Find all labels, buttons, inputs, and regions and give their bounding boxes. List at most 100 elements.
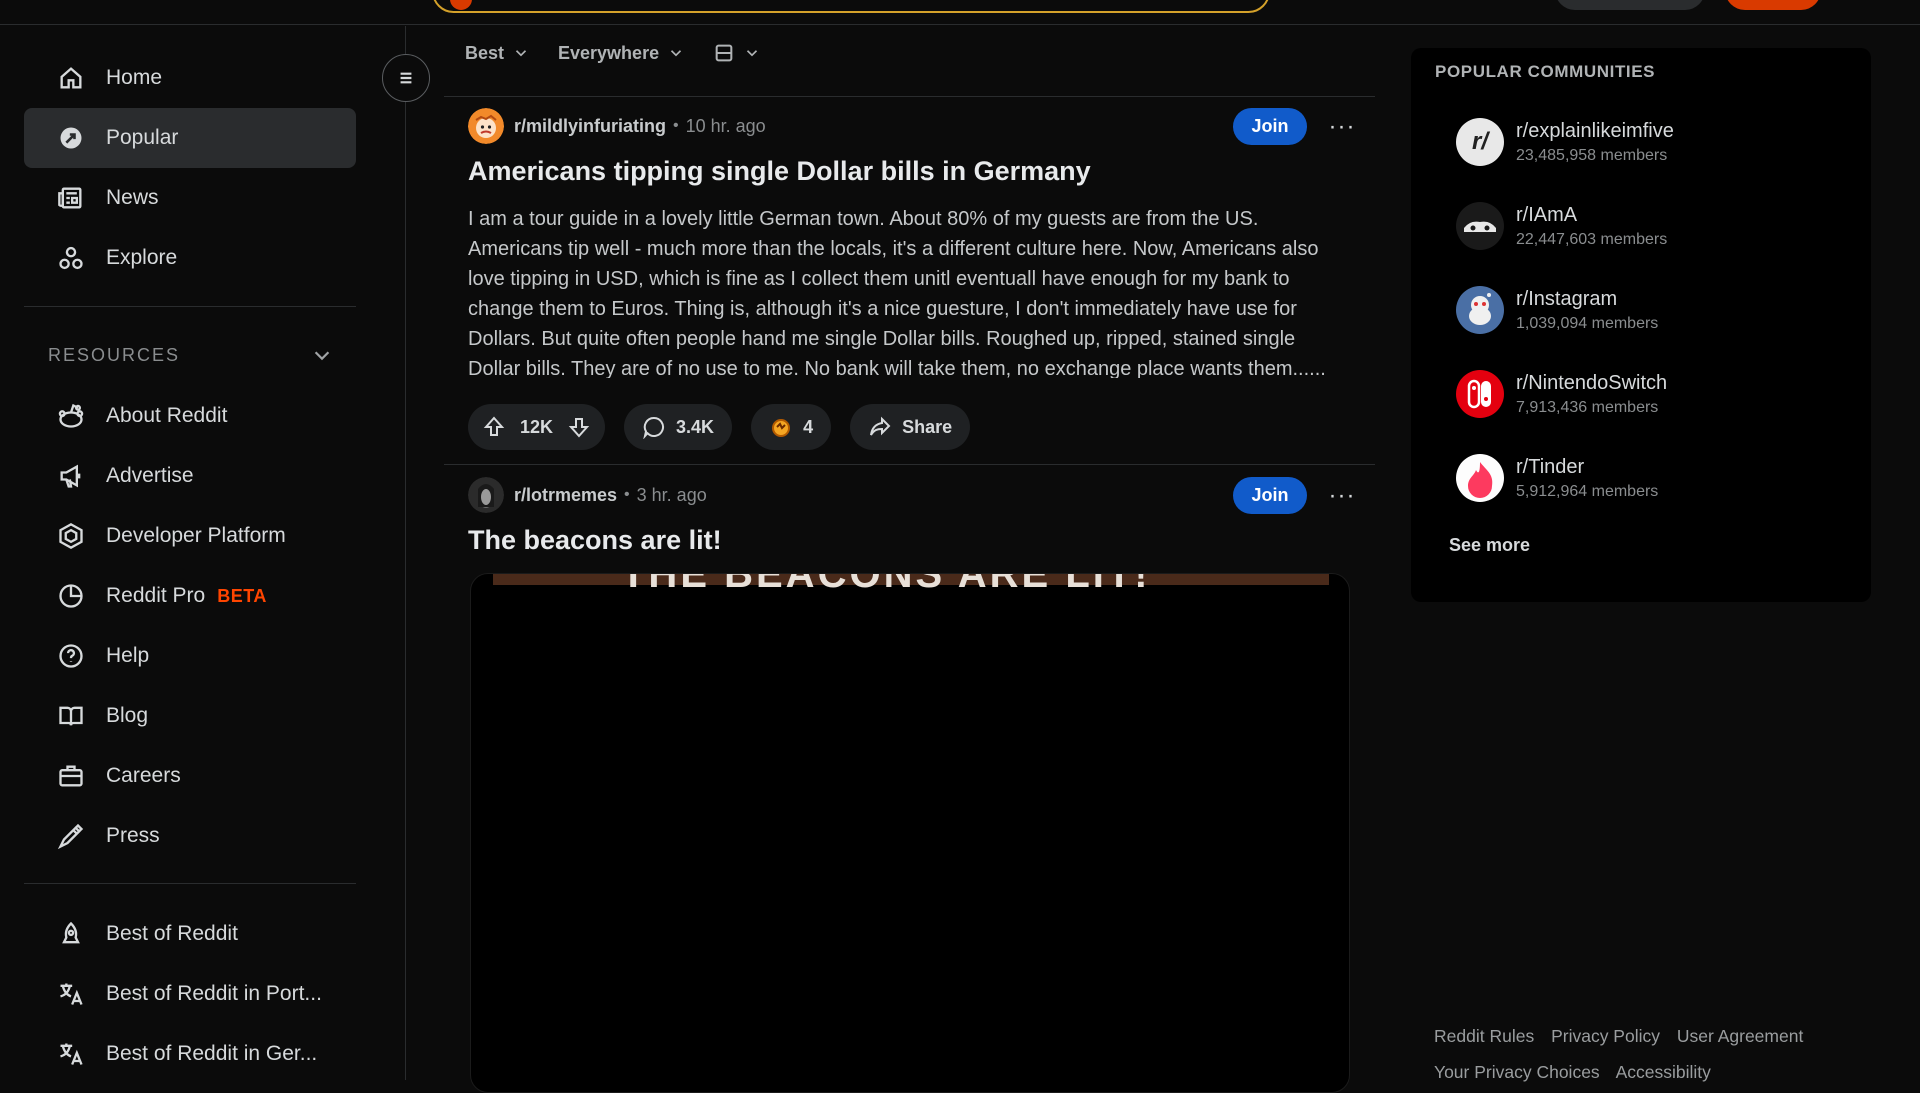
news-icon [56, 183, 86, 213]
sort-label: Best [465, 42, 505, 63]
award-icon [772, 419, 791, 437]
join-button[interactable]: Join [1233, 477, 1307, 514]
footer-link-privacy-policy[interactable]: Privacy Policy [1551, 1026, 1660, 1046]
downvote-icon[interactable] [567, 415, 591, 439]
post-body[interactable]: I am a tour guide in a lovely little Ger… [468, 204, 1348, 378]
post-actions: 12K 3.4K 4 Share [468, 404, 971, 450]
community-members: 23,485,958 members [1516, 146, 1668, 164]
community-members: 22,447,603 members [1516, 230, 1668, 248]
sidebar-item-blog[interactable]: Blog [24, 686, 356, 746]
sidebar-item-label: About Reddit [106, 404, 228, 427]
award-count: 4 [803, 416, 814, 437]
resources-title: RESOURCES [48, 344, 181, 365]
sidebar-item-label: Advertise [106, 464, 194, 487]
subreddit-link[interactable]: r/mildlyinfuriating [514, 116, 666, 137]
sidebar-item-press[interactable]: Press [24, 806, 356, 866]
community-name: r/NintendoSwitch [1516, 371, 1668, 394]
briefcase-icon [56, 761, 86, 791]
reddit-answers-icon [450, 0, 472, 10]
explainlikeimfive-icon: r/ [1456, 118, 1504, 166]
post-header: r/mildlyinfuriating • 10 hr. ago [468, 108, 766, 144]
sidebar-item-popular[interactable]: Popular [24, 108, 356, 168]
popular-communities-panel: POPULAR COMMUNITIES r/ r/explainlikeimfi… [1411, 48, 1871, 602]
sidebar-item-best-of-reddit[interactable]: Best of Reddit [24, 904, 356, 964]
community-item[interactable]: r/IAmA 22,447,603 members [1456, 202, 1667, 250]
join-button[interactable]: Join [1233, 108, 1307, 145]
iama-icon [1456, 202, 1504, 250]
translate-icon [56, 1039, 86, 1069]
sidebar-item-label: Home [106, 66, 163, 89]
collapse-sidebar-button[interactable] [382, 54, 430, 102]
post-title[interactable]: The beacons are lit! [468, 525, 722, 556]
post-title[interactable]: Americans tipping single Dollar bills in… [468, 156, 1091, 187]
see-more-link[interactable]: See more [1449, 535, 1530, 556]
subreddit-avatar[interactable] [468, 108, 504, 144]
awards-button[interactable]: 4 [751, 404, 832, 450]
beta-badge: BETA [217, 585, 267, 606]
footer-link-privacy-choices[interactable]: Your Privacy Choices [1434, 1062, 1600, 1082]
get-app-button[interactable] [1555, 0, 1705, 10]
sidebar-item-best-of-reddit-german[interactable]: Best of Reddit in Ger... [24, 1024, 356, 1084]
menu-icon [400, 72, 412, 84]
post-media[interactable]: THE BEACONS ARE LIT! [470, 573, 1350, 1093]
developer-platform-icon [56, 521, 86, 551]
sidebar-item-best-of-reddit-portuguese[interactable]: Best of Reddit in Port... [24, 964, 356, 1024]
sidebar-item-label: Popular [106, 126, 179, 149]
reddit-alien-icon [56, 401, 86, 431]
community-item[interactable]: r/NintendoSwitch 7,913,436 members [1456, 370, 1667, 418]
sidebar-item-reddit-pro[interactable]: Reddit Pro BETA [24, 566, 356, 626]
top-bar [0, 0, 1920, 25]
more-options-icon[interactable]: ··· [1324, 108, 1360, 145]
share-button[interactable]: Share [850, 404, 971, 450]
footer-link-user-agreement[interactable]: User Agreement [1677, 1026, 1803, 1046]
feed-divider [444, 96, 1375, 97]
sidebar-item-label: Careers [106, 764, 181, 787]
sidebar-item-developer-platform[interactable]: Developer Platform [24, 506, 356, 566]
sidebar-item-about-reddit[interactable]: About Reddit [24, 386, 356, 446]
chevron-down-icon [314, 351, 330, 361]
separator-dot: • [624, 486, 630, 503]
footer-link-accessibility[interactable]: Accessibility [1616, 1062, 1711, 1082]
nintendo-switch-icon [1456, 370, 1504, 418]
post-time: 10 hr. ago [685, 115, 766, 136]
post-card[interactable]: r/lotrmemes • 3 hr. ago Join ··· The bea… [444, 477, 1375, 1093]
community-item[interactable]: r/Tinder 5,912,964 members [1456, 454, 1658, 502]
view-dropdown[interactable] [713, 42, 761, 64]
left-sidebar: Home Popular News Explore RESOURCES Abou… [0, 26, 406, 1080]
community-members: 7,913,436 members [1516, 398, 1659, 416]
community-name: r/Instagram [1516, 287, 1618, 310]
post-card[interactable]: r/mildlyinfuriating • 10 hr. ago Join ··… [444, 108, 1375, 463]
subreddit-link[interactable]: r/lotrmemes [514, 485, 617, 506]
sidebar-item-label: Help [106, 644, 150, 667]
separator-dot: • [673, 117, 679, 134]
resources-section-toggle[interactable]: RESOURCES [48, 344, 333, 366]
vote-group: 12K [468, 404, 606, 450]
search-bar[interactable] [432, 0, 1270, 13]
sidebar-item-help[interactable]: Help [24, 626, 356, 686]
upvote-icon[interactable] [482, 415, 506, 439]
subreddit-avatar[interactable] [468, 477, 504, 513]
comment-icon [643, 416, 665, 439]
popular-icon [56, 123, 86, 153]
help-icon [56, 641, 86, 671]
more-options-icon[interactable]: ··· [1324, 477, 1360, 514]
chevron-down-icon [671, 50, 682, 57]
comments-button[interactable]: 3.4K [624, 404, 733, 450]
explore-icon [56, 243, 86, 273]
footer-link-reddit-rules[interactable]: Reddit Rules [1434, 1026, 1534, 1046]
post-time: 3 hr. ago [636, 484, 707, 505]
sidebar-item-careers[interactable]: Careers [24, 746, 356, 806]
location-dropdown[interactable]: Everywhere [558, 43, 685, 64]
sidebar-item-explore[interactable]: Explore [24, 228, 356, 288]
log-in-button[interactable] [1725, 0, 1821, 10]
footer-links: Reddit Rules Privacy Policy User Agreeme… [1434, 1018, 1854, 1090]
community-item[interactable]: r/ r/explainlikeimfive 23,485,958 member… [1456, 118, 1674, 166]
sort-dropdown[interactable]: Best [465, 43, 530, 64]
sidebar-item-advertise[interactable]: Advertise [24, 446, 356, 506]
megaphone-icon [56, 461, 86, 491]
sidebar-item-home[interactable]: Home [24, 48, 356, 108]
sidebar-item-news[interactable]: News [24, 168, 356, 228]
location-label: Everywhere [558, 42, 660, 63]
community-item[interactable]: r/Instagram 1,039,094 members [1456, 286, 1658, 334]
comment-count: 3.4K [676, 416, 715, 437]
